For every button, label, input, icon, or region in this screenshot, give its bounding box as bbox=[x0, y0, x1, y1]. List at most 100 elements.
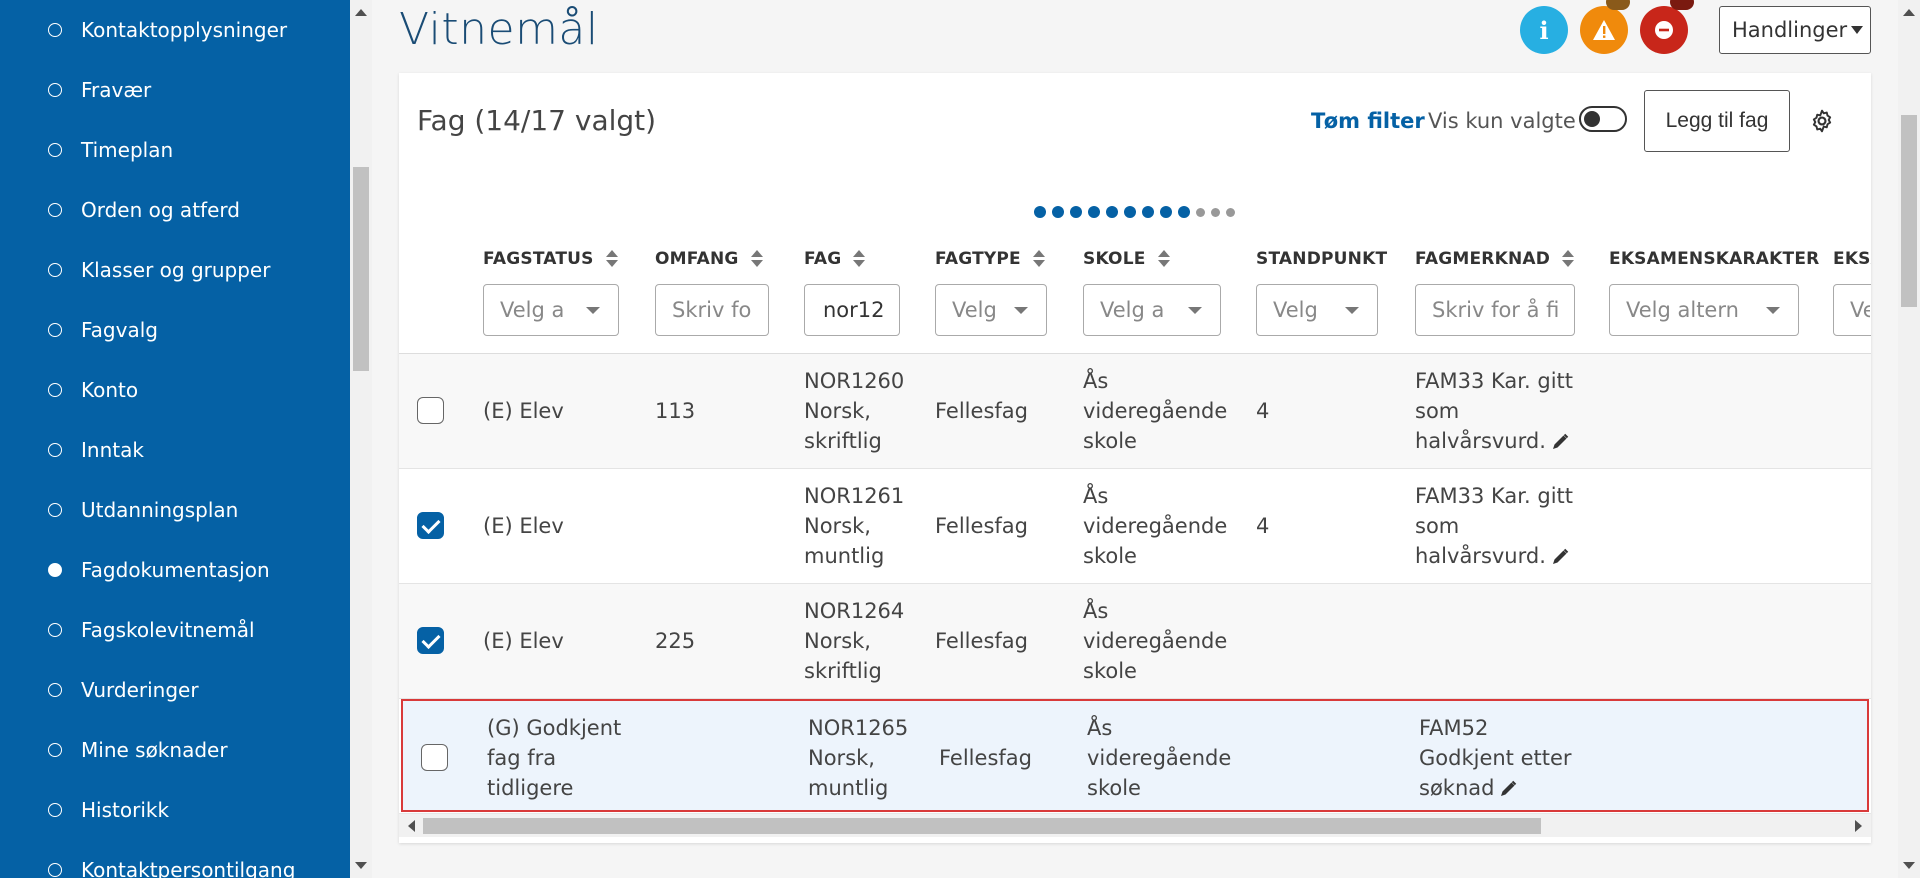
pager-dot[interactable] bbox=[1160, 206, 1172, 218]
sidebar-item-frav-r[interactable]: Fravær bbox=[0, 70, 350, 110]
column-header-fagstatus[interactable]: FAGSTATUS bbox=[483, 249, 618, 269]
sidebar-item-label: Fravær bbox=[81, 78, 152, 102]
pager-dot[interactable] bbox=[1088, 206, 1100, 218]
sidebar-item-fagdokumentasjon[interactable]: Fagdokumentasjon bbox=[0, 550, 350, 590]
cell-fagmerknad: FAM33 Kar. gitt som halvårsvurd. bbox=[1415, 366, 1573, 456]
show-only-selected-toggle[interactable] bbox=[1579, 106, 1627, 132]
column-header-fagmerknad[interactable]: FAGMERKNAD bbox=[1415, 249, 1575, 269]
sidebar-item-fagskolevitnemal[interactable]: Fagskolevitnemål bbox=[0, 610, 350, 650]
page-scroll-up-arrow-icon[interactable] bbox=[1903, 9, 1915, 16]
radio-indicator-icon bbox=[48, 623, 62, 637]
sidebar-item-label: Fagskolevitnemål bbox=[81, 618, 255, 642]
pager-dot[interactable] bbox=[1226, 207, 1235, 217]
filter-omfang[interactable]: Skriv fo bbox=[655, 284, 769, 336]
horizontal-scrollbar-thumb[interactable] bbox=[423, 818, 1541, 834]
sidebar-item-inntak[interactable]: Inntak bbox=[0, 430, 350, 470]
column-header-fagtype[interactable]: FAGTYPE bbox=[935, 249, 1045, 269]
cell-fagtype: Fellesfag bbox=[935, 399, 1028, 423]
info-button[interactable]: i bbox=[1520, 6, 1568, 54]
filter-placeholder: Velg altern bbox=[1626, 298, 1739, 322]
sort-icon[interactable] bbox=[1562, 250, 1575, 268]
cell-line: skriftlig bbox=[804, 429, 882, 453]
pager-dot[interactable] bbox=[1106, 206, 1118, 218]
gear-icon[interactable] bbox=[1809, 108, 1835, 134]
table-row[interactable]: (G) Godkjent fag fra tidligere NOR1265 Norsk… bbox=[401, 699, 1869, 812]
filter-fagtype[interactable]: Velg bbox=[935, 284, 1047, 336]
table-row[interactable]: (E) Elev NOR1261 Norsk, muntlig Fellesfag Ås v… bbox=[399, 469, 1871, 584]
cell-fag: NOR1261 Norsk, muntlig bbox=[804, 481, 904, 571]
row-select-checkbox[interactable] bbox=[417, 512, 444, 539]
column-header-label: OMFANG bbox=[655, 249, 739, 269]
row-select-checkbox[interactable] bbox=[417, 627, 444, 654]
sidebar-item-historikk[interactable]: Historikk bbox=[0, 790, 350, 830]
sidebar-item-kontaktopplysninger[interactable]: Kontaktopplysninger bbox=[0, 10, 350, 50]
sidebar-item-fagvalg[interactable]: Fagvalg bbox=[0, 310, 350, 350]
filter-eksamenskarakter[interactable]: Velg altern bbox=[1609, 284, 1799, 336]
subjects-title: Fag (14/17 valgt) bbox=[417, 104, 657, 137]
cell-omfang: 225 bbox=[655, 629, 696, 653]
pager-dot[interactable] bbox=[1124, 206, 1136, 218]
edit-pencil-icon[interactable] bbox=[1498, 779, 1518, 799]
warnings-button[interactable] bbox=[1580, 0, 1630, 54]
sidebar-item-kontaktpersontilgang[interactable]: Kontaktpersontilgang bbox=[0, 850, 350, 878]
page-scroll-down-arrow-icon[interactable] bbox=[1903, 862, 1915, 869]
pager-dot[interactable] bbox=[1070, 206, 1082, 218]
scroll-left-arrow-icon[interactable] bbox=[408, 820, 415, 832]
sidebar-item-klasser-og-grupper[interactable]: Klasser og grupper bbox=[0, 250, 350, 290]
sort-icon[interactable] bbox=[750, 250, 763, 268]
radio-indicator-icon bbox=[48, 383, 62, 397]
page-scrollbar[interactable] bbox=[1898, 0, 1920, 878]
sidebar-item-utdanningsplan[interactable]: Utdanningsplan bbox=[0, 490, 350, 530]
filter-eksamen2[interactable]: Ve bbox=[1833, 284, 1871, 336]
edit-pencil-icon[interactable] bbox=[1550, 547, 1570, 567]
cell-fagstatus: (E) Elev bbox=[483, 626, 564, 656]
sort-icon[interactable] bbox=[605, 250, 618, 268]
pager-dot[interactable] bbox=[1142, 206, 1154, 218]
edit-pencil-icon[interactable] bbox=[1550, 432, 1570, 452]
pager-dot[interactable] bbox=[1178, 206, 1190, 218]
scroll-up-arrow-icon[interactable] bbox=[355, 9, 367, 16]
filter-fagstatus[interactable]: Velg a bbox=[483, 284, 619, 336]
filter-skole[interactable]: Velg a bbox=[1083, 284, 1221, 336]
sidebar-item-konto[interactable]: Konto bbox=[0, 370, 350, 410]
pager-dot[interactable] bbox=[1034, 206, 1046, 218]
cell-fagmerknad: FAM33 Kar. gitt som halvårsvurd. bbox=[1415, 481, 1573, 571]
table-row[interactable]: (E) Elev 113 NOR1260 Norsk, skriftlig Fellesf… bbox=[399, 354, 1871, 469]
filter-fagmerknad[interactable]: Skriv for å fi bbox=[1415, 284, 1575, 336]
table-horizontal-scrollbar[interactable] bbox=[399, 813, 1871, 837]
sidebar-scrollbar[interactable] bbox=[350, 0, 372, 878]
sidebar-item-vurderinger[interactable]: Vurderinger bbox=[0, 670, 350, 710]
column-header-omfang[interactable]: OMFANG bbox=[655, 249, 763, 269]
column-header-fag[interactable]: FAG bbox=[804, 249, 866, 269]
sort-icon[interactable] bbox=[1157, 250, 1170, 268]
sort-icon[interactable] bbox=[853, 250, 866, 268]
sort-icon[interactable] bbox=[1032, 250, 1045, 268]
filter-standpunkt[interactable]: Velg bbox=[1256, 284, 1378, 336]
sidebar-item-mine-s-knader[interactable]: Mine søknader bbox=[0, 730, 350, 770]
row-select-checkbox[interactable] bbox=[417, 397, 444, 424]
actions-dropdown-button[interactable]: Handlinger bbox=[1719, 6, 1871, 54]
scroll-down-arrow-icon[interactable] bbox=[355, 862, 367, 869]
column-header-skole[interactable]: SKOLE bbox=[1083, 249, 1170, 269]
column-header-standpunkt[interactable]: STANDPUNKT bbox=[1256, 249, 1387, 269]
chevron-down-icon bbox=[1188, 306, 1202, 314]
table-row[interactable]: (E) Elev 225 NOR1264 Norsk, skriftlig Fellesf… bbox=[399, 584, 1871, 699]
column-header-eksamen2[interactable]: EKSA bbox=[1833, 249, 1871, 269]
sidebar-item-label: Mine søknader bbox=[81, 738, 228, 762]
sidebar-item-timeplan[interactable]: Timeplan bbox=[0, 130, 350, 170]
add-subject-button[interactable]: Legg til fag bbox=[1644, 90, 1790, 152]
pager-dot[interactable] bbox=[1211, 207, 1220, 217]
row-select-checkbox[interactable] bbox=[421, 744, 448, 771]
errors-button[interactable] bbox=[1640, 0, 1694, 54]
filter-fag[interactable]: nor12 bbox=[804, 284, 900, 336]
pager-dot[interactable] bbox=[1052, 206, 1064, 218]
clear-filter-link[interactable]: Tøm filter bbox=[1311, 109, 1425, 133]
cell-fagstatus: (E) Elev bbox=[483, 511, 564, 541]
column-header-eksamenskarakter[interactable]: EKSAMENSKARAKTER bbox=[1609, 249, 1819, 269]
sidebar-item-orden-og-atferd[interactable]: Orden og atferd bbox=[0, 190, 350, 230]
scroll-right-arrow-icon[interactable] bbox=[1855, 820, 1862, 832]
sidebar-scrollbar-thumb[interactable] bbox=[353, 167, 369, 371]
column-pager[interactable] bbox=[1034, 206, 1235, 218]
pager-dot[interactable] bbox=[1196, 207, 1205, 217]
page-scrollbar-thumb[interactable] bbox=[1901, 115, 1917, 307]
